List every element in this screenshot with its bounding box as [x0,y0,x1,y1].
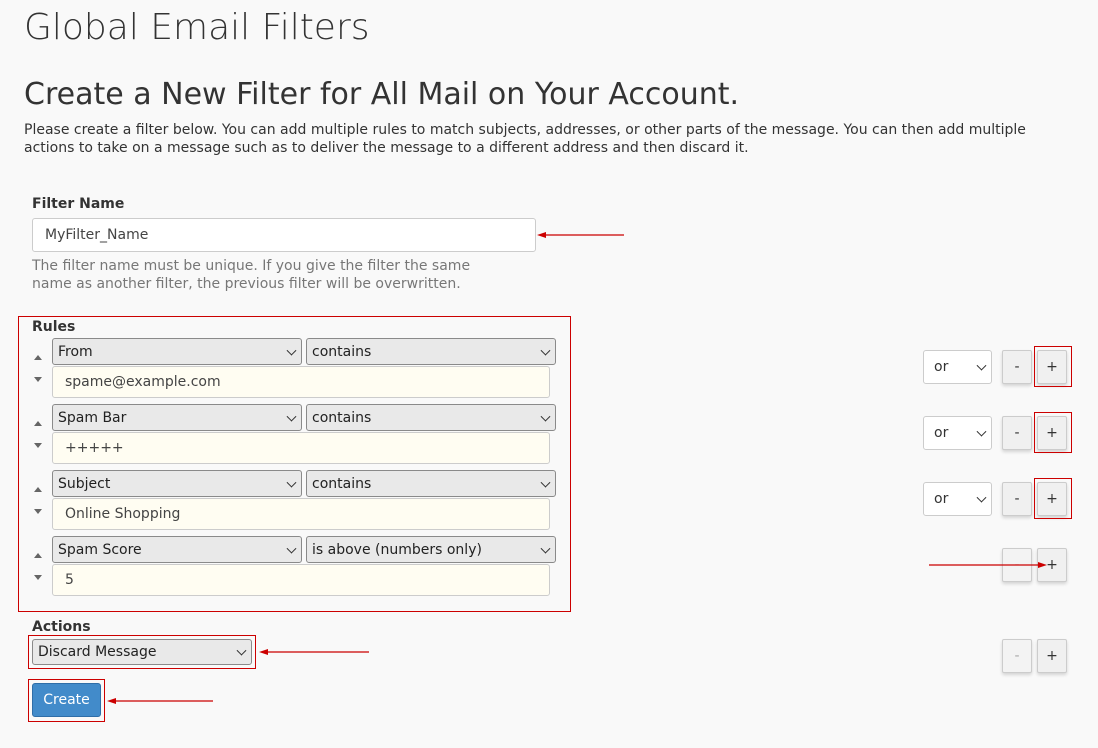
chevron-down-icon [286,345,297,356]
add-action-button[interactable]: + [1037,639,1067,673]
rule-field-value: From [58,343,93,360]
rule-field-select[interactable]: Spam Score [52,536,302,563]
rule-field-select[interactable]: Subject [52,470,302,497]
rule-field-select[interactable]: Spam Bar [52,404,302,431]
filter-name-input[interactable]: MyFilter_Name [32,218,536,252]
conjunction-value: or [934,491,949,507]
chevron-down-icon [236,645,247,656]
rule-conjunction-select[interactable]: or [923,416,992,450]
rule-conjunction-select[interactable]: or [923,482,992,516]
conjunction-value: or [934,359,949,375]
intro-text: Please create a filter below. You can ad… [24,122,1026,156]
chevron-down-icon [540,477,551,488]
chevron-down-icon [540,543,551,554]
rule-value-input[interactable]: Online Shopping [52,498,550,530]
actions-label: Actions [32,619,91,635]
section-title: Create a New Filter for All Mail on Your… [24,77,740,112]
remove-action-button[interactable]: - [1002,639,1032,673]
page-title: Global Email Filters [24,7,370,48]
rule-conjunction-select[interactable]: or [923,350,992,384]
chevron-down-icon [540,411,551,422]
chevron-down-icon [540,345,551,356]
chevron-down-icon [976,360,987,371]
add-rule-highlight [1034,478,1072,519]
move-rule-down-icon[interactable] [34,377,42,382]
filter-name-help: The filter name must be unique. If you g… [32,258,471,292]
rule-operator-value: contains [312,343,372,360]
move-rule-down-icon[interactable] [34,575,42,580]
move-rule-up-icon[interactable] [34,355,42,360]
remove-rule-button[interactable]: - [1002,416,1032,450]
chevron-down-icon [286,411,297,422]
rule-operator-select[interactable]: contains [306,338,556,365]
chevron-down-icon [976,426,987,437]
chevron-down-icon [976,492,987,503]
rule-operator-select[interactable]: is above (numbers only) [306,536,556,563]
move-rule-up-icon[interactable] [34,487,42,492]
rule-field-select[interactable]: From [52,338,302,365]
add-rule-highlight [1034,412,1072,453]
move-rule-up-icon[interactable] [34,553,42,558]
remove-rule-button[interactable]: - [1002,548,1032,582]
rule-field-value: Spam Score [58,541,142,558]
remove-rule-button[interactable]: - [1002,350,1032,384]
chevron-down-icon [286,477,297,488]
rule-operator-value: is above (numbers only) [312,541,482,558]
add-rule-highlight [1034,346,1072,387]
rule-operator-value: contains [312,475,372,492]
rule-value-input[interactable]: +++++ [52,432,550,464]
rule-value-input[interactable]: 5 [52,564,550,596]
move-rule-down-icon[interactable] [34,443,42,448]
action-value: Discard Message [38,644,157,660]
rule-operator-select[interactable]: contains [306,404,556,431]
rule-operator-value: contains [312,409,372,426]
add-rule-button[interactable]: + [1037,548,1067,582]
filter-name-label: Filter Name [32,196,125,212]
rule-field-value: Subject [58,475,111,492]
rules-label: Rules [32,319,76,335]
create-button[interactable]: Create [32,683,101,717]
rule-operator-select[interactable]: contains [306,470,556,497]
remove-rule-button[interactable]: - [1002,482,1032,516]
chevron-down-icon [286,543,297,554]
rule-field-value: Spam Bar [58,409,127,426]
rule-value-input[interactable]: spame@example.com [52,366,550,398]
action-select[interactable]: Discard Message [32,639,252,665]
move-rule-up-icon[interactable] [34,421,42,426]
conjunction-value: or [934,425,949,441]
move-rule-down-icon[interactable] [34,509,42,514]
